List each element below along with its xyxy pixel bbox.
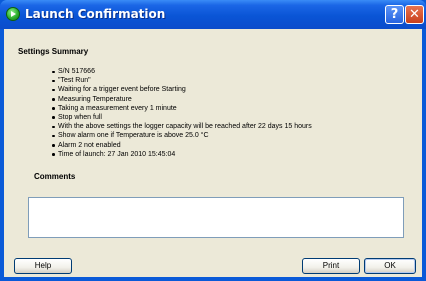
- ok-button[interactable]: OK: [364, 258, 416, 274]
- list-item: "Test Run": [52, 76, 312, 85]
- list-item: Taking a measurement every 1 minute: [52, 104, 312, 113]
- window-title: Launch Confirmation: [25, 7, 166, 21]
- dialog-client-area: Settings Summary S/N 517666 "Test Run" W…: [4, 29, 422, 277]
- list-item: With the above settings the logger capac…: [52, 122, 312, 131]
- settings-summary-heading: Settings Summary: [18, 47, 89, 56]
- help-title-button[interactable]: ?: [385, 5, 404, 24]
- list-item: Show alarm one if Temperature is above 2…: [52, 131, 312, 140]
- close-icon: ✕: [409, 7, 420, 22]
- list-item: S/N 517666: [52, 67, 312, 76]
- app-icon: [6, 7, 20, 21]
- list-item: Time of launch: 27 Jan 2010 15:45:04: [52, 150, 312, 159]
- question-icon: ?: [390, 7, 399, 22]
- list-item: Waiting for a trigger event before Start…: [52, 85, 312, 94]
- title-bar[interactable]: Launch Confirmation ? ✕: [0, 0, 426, 29]
- help-button[interactable]: Help: [14, 258, 72, 274]
- launch-confirmation-window: Launch Confirmation ? ✕ Settings Summary…: [0, 0, 426, 281]
- comments-field[interactable]: [28, 197, 404, 238]
- close-title-button[interactable]: ✕: [405, 5, 424, 24]
- settings-summary-list: S/N 517666 "Test Run" Waiting for a trig…: [52, 67, 312, 159]
- comments-heading: Comments: [34, 172, 76, 181]
- list-item: Alarm 2 not enabled: [52, 141, 312, 150]
- list-item: Measuring Temperature: [52, 95, 312, 104]
- print-button[interactable]: Print: [302, 258, 360, 274]
- list-item: Stop when full: [52, 113, 312, 122]
